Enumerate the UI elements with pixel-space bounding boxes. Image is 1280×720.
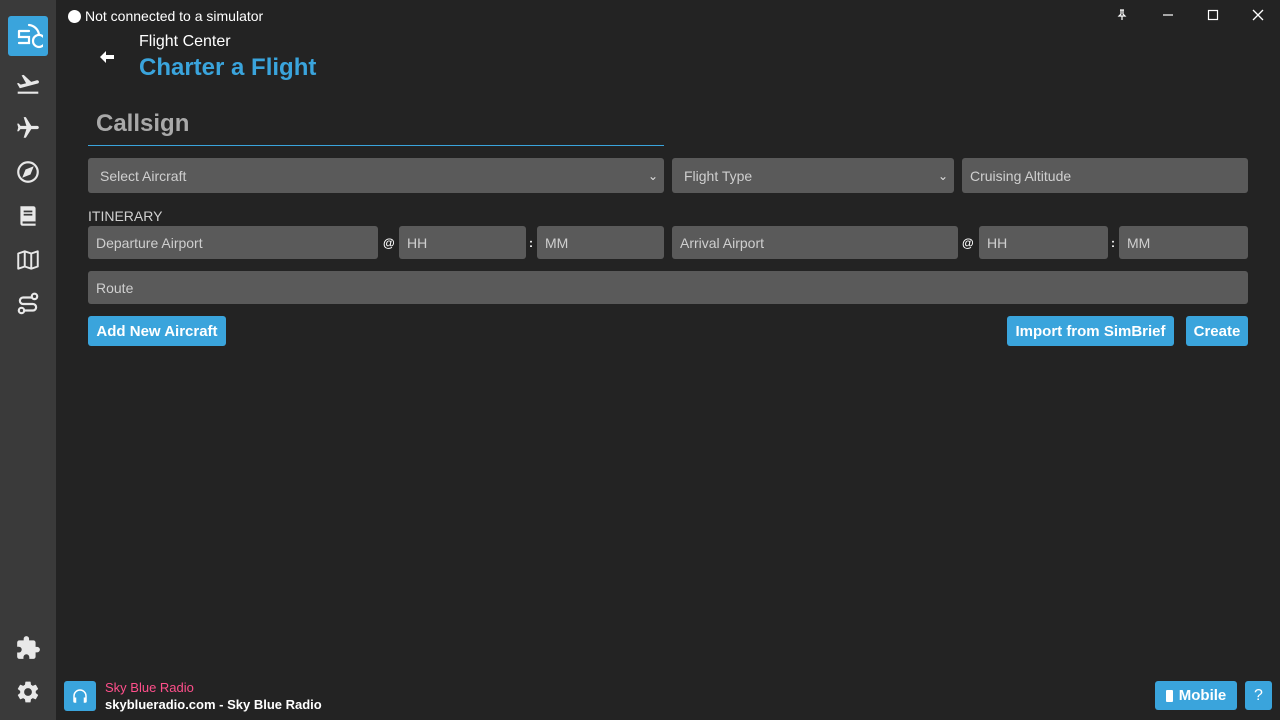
mm-placeholder: MM [545,234,569,251]
route-input[interactable]: Route [88,271,1248,304]
aircraft-select[interactable]: Select Aircraft ⌄ [88,158,664,193]
at-symbol: @ [962,236,974,250]
sidebar [0,0,56,720]
create-button[interactable]: Create [1186,316,1248,346]
main-content: Not connected to a simulator Flight Cent… [56,0,1280,720]
radio-now-playing: skyblueradio.com - Sky Blue Radio [105,697,322,712]
colon-separator: : [1111,236,1115,250]
help-button[interactable]: ? [1245,681,1272,710]
route-icon[interactable] [14,290,42,318]
breadcrumb[interactable]: Flight Center [139,33,231,51]
departure-mm-input[interactable]: MM [537,226,664,259]
sim-status: Not connected to a simulator [68,8,263,24]
departure-airport-input[interactable]: Departure Airport [88,226,378,259]
hh-placeholder: HH [987,234,1008,251]
import-simbrief-button[interactable]: Import from SimBrief [1007,316,1174,346]
map-icon[interactable] [14,246,42,274]
airplane-icon[interactable] [14,114,42,142]
altitude-placeholder: Cruising Altitude [970,167,1072,184]
close-icon[interactable] [1238,4,1278,26]
cruising-altitude-input[interactable]: Cruising Altitude [962,158,1248,193]
departure-hh-input[interactable]: HH [399,226,526,259]
chevron-down-icon: ⌄ [937,168,948,183]
compass-icon[interactable] [14,158,42,186]
arrival-hh-input[interactable]: HH [979,226,1108,259]
departure-placeholder: Departure Airport [96,234,203,251]
flight-departure-icon[interactable] [14,70,42,98]
route-placeholder: Route [96,279,134,296]
at-symbol: @ [383,236,395,250]
hh-placeholder: HH [407,234,428,251]
headphones-icon[interactable] [64,681,96,711]
gear-icon[interactable] [14,678,42,706]
flight-type-label: Flight Type [684,167,753,184]
book-icon[interactable] [14,202,42,230]
app-logo-icon[interactable] [8,16,48,56]
flight-type-select[interactable]: Flight Type ⌄ [672,158,954,193]
callsign-input[interactable] [88,103,664,146]
mobile-icon [1165,689,1173,702]
back-arrow-icon[interactable] [96,46,118,68]
maximize-icon[interactable] [1193,4,1233,26]
chevron-down-icon: ⌄ [647,168,658,183]
itinerary-heading: ITINERARY [88,208,163,224]
arrival-mm-input[interactable]: MM [1119,226,1248,259]
pin-icon[interactable] [1102,4,1142,26]
sim-status-text: Not connected to a simulator [85,8,264,24]
colon-separator: : [529,236,533,250]
arrival-placeholder: Arrival Airport [680,234,765,251]
mobile-button[interactable]: Mobile [1155,681,1237,710]
radio-station-name: Sky Blue Radio [105,680,194,695]
mm-placeholder: MM [1127,234,1151,251]
add-new-aircraft-button[interactable]: Add New Aircraft [88,316,226,346]
puzzle-icon[interactable] [14,634,42,662]
page-title: Charter a Flight [139,54,317,81]
arrival-airport-input[interactable]: Arrival Airport [672,226,958,259]
status-dot-icon [68,9,81,23]
minimize-icon[interactable] [1148,4,1188,26]
aircraft-select-label: Select Aircraft [100,167,187,184]
mobile-label: Mobile [1178,687,1227,704]
